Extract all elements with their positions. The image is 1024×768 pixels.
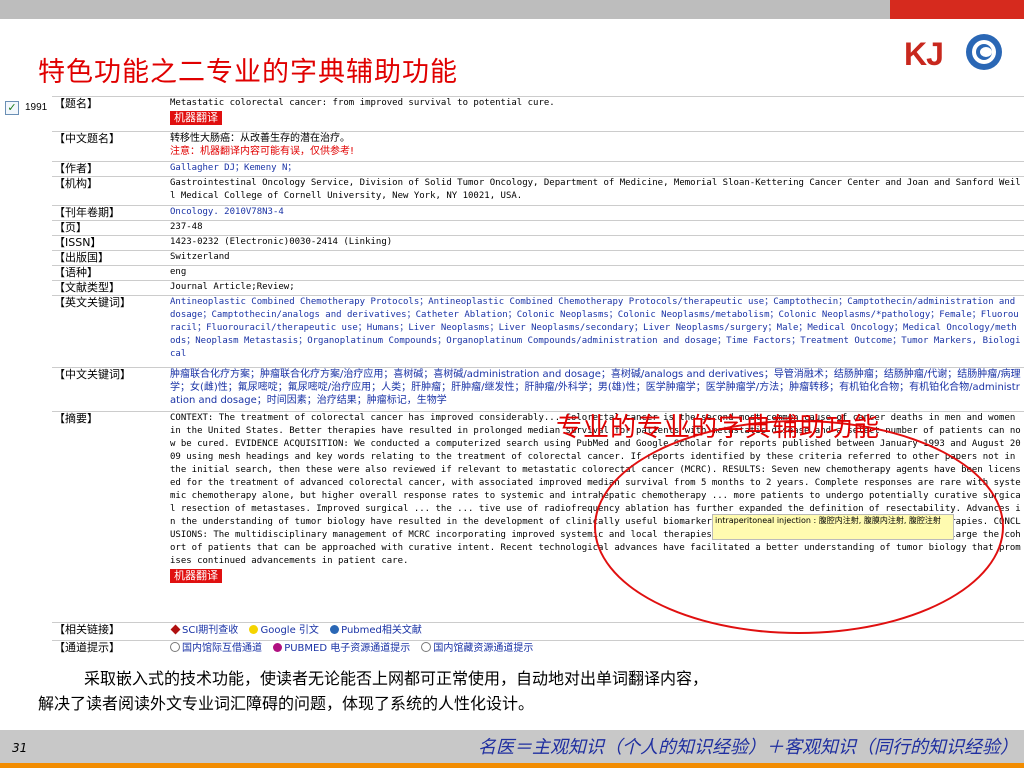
- org-value: Gastrointestinal Oncology Service, Divis…: [170, 178, 1021, 201]
- slide-title: 特色功能之二专业的字典辅助功能: [38, 57, 458, 88]
- row-journal: 【刊年卷期】 Oncology. 2010V78N3-4: [52, 205, 1024, 220]
- row-doc-type: 【文献类型】 Journal Article;Review;: [52, 280, 1024, 295]
- row-cn-keywords: 【中文关键词】 肿瘤联合化疗方案；肿瘤联合化疗方案/治疗应用；喜树碱；喜树碱/a…: [52, 367, 1024, 411]
- channel-ill[interactable]: 国内馆际互借通道: [170, 642, 266, 653]
- row-page: 【页】 237-48: [52, 220, 1024, 235]
- cn-keywords-links[interactable]: 肿瘤联合化疗方案；肿瘤联合化疗方案/治疗应用；喜树碱；喜树碱/administr…: [170, 368, 1022, 407]
- record-checkbox[interactable]: ✓: [5, 101, 19, 115]
- author-link[interactable]: Gallagher DJ；Kemeny N；: [170, 162, 1022, 175]
- machine-translate-button-2[interactable]: 机器翻译: [170, 569, 222, 583]
- row-author: 【作者】 Gallagher DJ；Kemeny N；: [52, 161, 1024, 176]
- dictionary-tooltip: intraperitoneal injection : 腹腔内注射, 腹膜内注射…: [712, 514, 954, 540]
- footer-accent: [0, 763, 1024, 768]
- slide-number: 31: [12, 741, 28, 755]
- row-en-keywords: 【英文关键词】 Antineoplastic Combined Chemothe…: [52, 295, 1024, 367]
- row-channels: 【通道提示】 国内馆际互借通道 PUBMED 电子资源通道提示 国内馆藏资源通道…: [52, 640, 1024, 653]
- top-bar: [0, 0, 1024, 19]
- footer-slogan: 名医＝主观知识（个人的知识经验）＋客观知识（同行的知识经验）: [478, 737, 1018, 758]
- sci-link[interactable]: SCI期刊查收: [170, 624, 242, 636]
- google-dot-icon: [249, 625, 259, 634]
- machine-translate-button[interactable]: 机器翻译: [170, 111, 222, 125]
- google-link[interactable]: Google 引文: [249, 625, 322, 636]
- channel-pubmed[interactable]: PUBMED 电子资源通道提示: [273, 643, 414, 653]
- en-keywords-links[interactable]: Antineoplastic Combined Chemotherapy Pro…: [170, 296, 1022, 361]
- row-issn: 【ISSN】 1423-0232 (Electronic)0030-2414 (…: [52, 235, 1024, 250]
- overlay-annotation: 专业的专业的字典辅助功能: [556, 413, 881, 443]
- channel-holdings[interactable]: 国内馆藏资源通道提示: [421, 642, 537, 653]
- radio-icon: [170, 642, 180, 652]
- top-bar-accent: [890, 0, 1024, 19]
- row-language: 【语种】 eng: [52, 265, 1024, 280]
- diamond-icon: [170, 624, 181, 635]
- pubmed-link[interactable]: Pubmed相关文献: [330, 625, 426, 636]
- row-country: 【出版国】 Switzerland: [52, 250, 1024, 265]
- logo-circle-icon: [966, 34, 1002, 70]
- kj-logo: KJ: [904, 32, 1004, 78]
- slide-caption: 采取嵌入式的技术功能，使读者无论能否上网都可正常使用，自动地对出单词翻译内容， …: [38, 669, 709, 713]
- record-year: 1991: [25, 102, 48, 113]
- journal-link[interactable]: Oncology. 2010V78N3-4: [170, 206, 1022, 219]
- cn-title-value: 转移性大肠癌：从改善生存的潜在治疗。: [170, 133, 350, 144]
- title-value: Metastatic colorectal cancer: from impro…: [170, 98, 555, 108]
- row-org: 【机构】 Gastrointestinal Oncology Service, …: [52, 176, 1024, 205]
- row-title: 【题名】 Metastatic colorectal cancer: from …: [52, 96, 1024, 131]
- radio-icon: [421, 642, 432, 652]
- row-cn-title: 【中文题名】 转移性大肠癌：从改善生存的潜在治疗。 注意：机器翻译内容可能有误，…: [52, 131, 1024, 161]
- pubmed-icon: [273, 643, 283, 652]
- pubmed-dot-icon: [330, 625, 340, 634]
- translation-note: 注意：机器翻译内容可能有误，仅供参考!: [170, 146, 355, 157]
